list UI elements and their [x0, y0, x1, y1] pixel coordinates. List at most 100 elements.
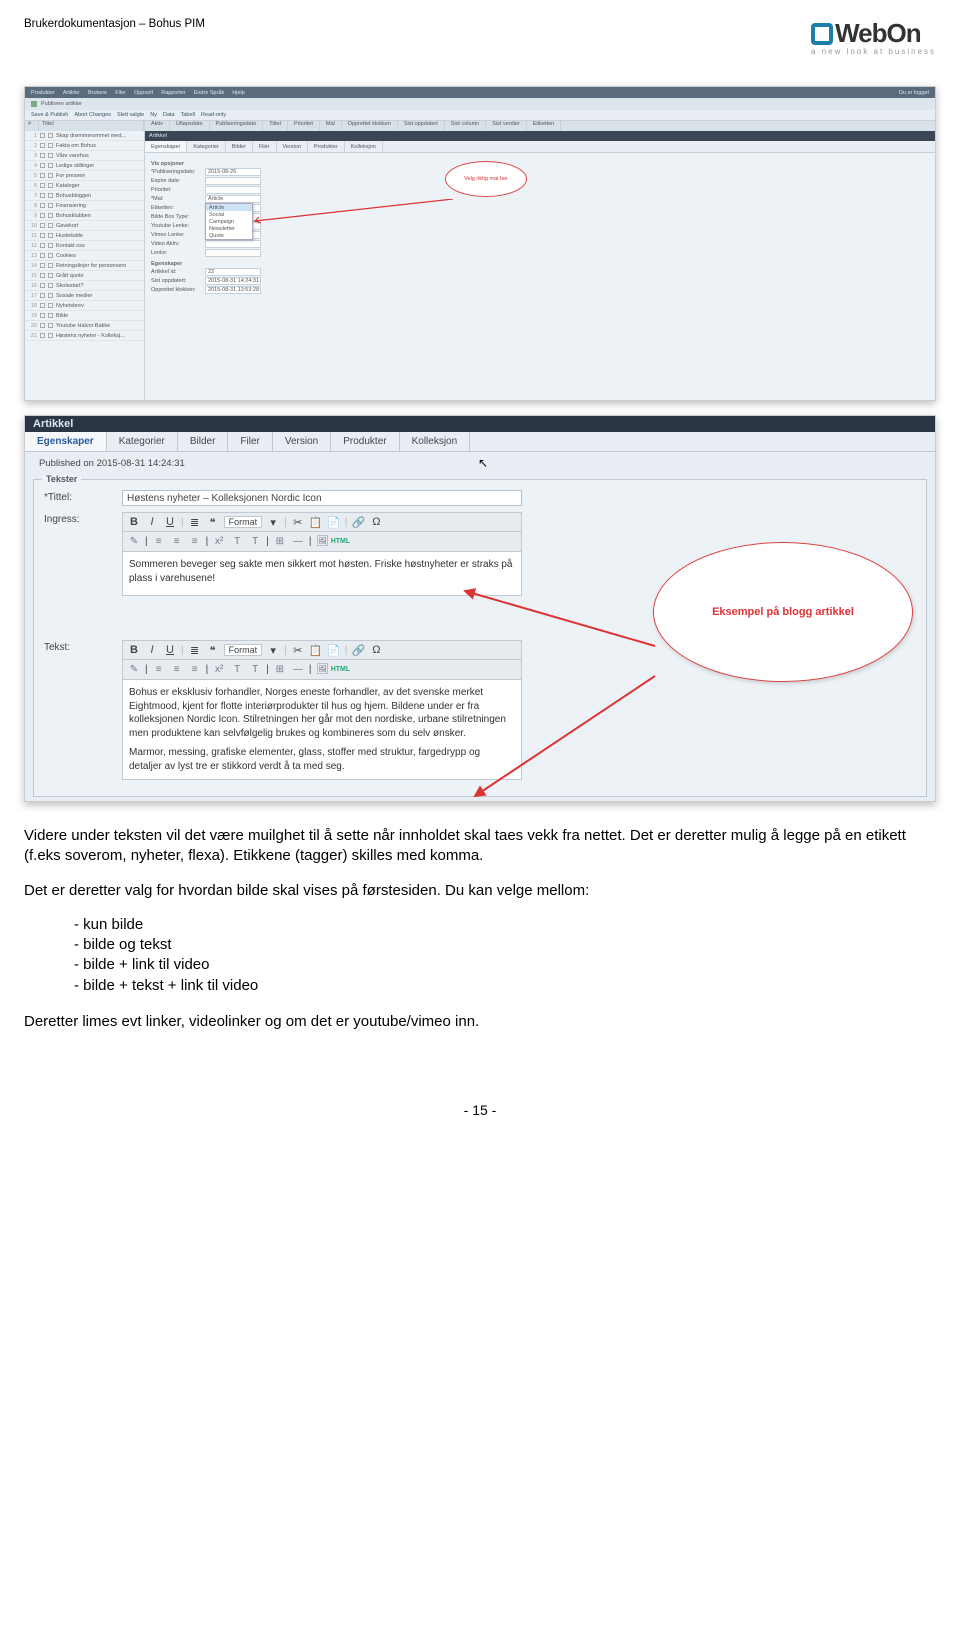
new-button[interactable]: Ny [150, 112, 157, 118]
tab[interactable]: Filer [228, 432, 272, 451]
table-row[interactable]: 3Våre varehus [25, 151, 144, 161]
edit-icon[interactable]: ✎ [127, 535, 141, 549]
tab[interactable]: Egenskaper [145, 141, 187, 152]
omega-icon[interactable]: Ω [369, 643, 383, 657]
html-button[interactable]: HTML [333, 663, 347, 677]
table-row[interactable]: 18Nyhetsbrev [25, 301, 144, 311]
tab[interactable]: Produkter [308, 141, 345, 152]
tab[interactable]: Filer [253, 141, 277, 152]
tab[interactable]: Bilder [226, 141, 253, 152]
format-select[interactable]: Format [224, 516, 263, 528]
ingress-textarea[interactable]: Sommeren beveger seg sakte men sikkert m… [122, 552, 522, 596]
table-row[interactable]: 8Finansiering [25, 201, 144, 211]
html-button[interactable]: HTML [333, 535, 347, 549]
menu-item[interactable]: Brukere [88, 90, 107, 96]
bold-icon[interactable]: B [127, 515, 141, 529]
field-input[interactable] [205, 240, 261, 248]
editor-toolbar-2[interactable]: ✎| ≡≡≡| x²TT| ⊞—| 🖼 HTML [122, 660, 522, 680]
cut-icon[interactable]: ✂ [291, 643, 305, 657]
image-icon[interactable]: 🖼 [315, 663, 329, 677]
field-input[interactable] [205, 177, 261, 185]
table-row[interactable]: 2Fakta om Bohus [25, 141, 144, 151]
table-row[interactable]: 19Bilde [25, 311, 144, 321]
table-row[interactable]: 21Høstens nyheter - Kolleksj... [25, 331, 144, 341]
cut-icon[interactable]: ✂ [291, 515, 305, 529]
paste-icon[interactable]: 📄 [327, 515, 341, 529]
table-row[interactable]: 20Youtube Halvor Bakke [25, 321, 144, 331]
table-row[interactable]: 6Kataloger [25, 181, 144, 191]
quote-icon[interactable]: ❝ [206, 515, 220, 529]
menu-item[interactable]: Produkter [31, 90, 55, 96]
dropdown-option[interactable]: Social [206, 211, 252, 218]
delete-button[interactable]: Slett valgte [117, 112, 144, 118]
list-item: bilde + link til video [74, 955, 936, 975]
format-select[interactable]: Format [224, 644, 263, 656]
field-input[interactable]: 2015-08-26 [205, 168, 261, 176]
image-icon[interactable]: 🖼 [315, 535, 329, 549]
tekst-textarea[interactable]: Bohus er eksklusiv forhandler, Norges en… [122, 680, 522, 780]
tab[interactable]: Bilder [178, 432, 229, 451]
table-row[interactable]: 4Ledige stillinger [25, 161, 144, 171]
tab[interactable]: Kolleksjon [400, 432, 471, 451]
readonly-toggle[interactable]: Read-only [201, 112, 226, 118]
table-row[interactable]: 5For pressen [25, 171, 144, 181]
tab[interactable]: Egenskaper [25, 432, 107, 451]
list-icon[interactable]: ≣ [188, 515, 202, 529]
underline-icon[interactable]: U [163, 643, 177, 657]
menu-item[interactable]: Hjelp [232, 90, 245, 96]
table-row[interactable]: 12Kontakt oss [25, 241, 144, 251]
editor-toolbar[interactable]: B I U | ≣ ❝ Format ▾ | ✂ 📋 📄 | [122, 640, 522, 660]
list-item: bilde og tekst [74, 935, 936, 955]
omega-icon[interactable]: Ω [369, 515, 383, 529]
table-row[interactable]: 15Grått quote [25, 271, 144, 281]
quote-icon[interactable]: ❝ [206, 643, 220, 657]
table-row[interactable]: 7Bohusbloggen [25, 191, 144, 201]
table-row[interactable]: 16Skolestart? [25, 281, 144, 291]
bold-icon[interactable]: B [127, 643, 141, 657]
table-button[interactable]: Tabell [181, 112, 195, 118]
field-input[interactable] [205, 249, 261, 257]
list-icon[interactable]: ≣ [188, 643, 202, 657]
tab[interactable]: Kategorier [187, 141, 225, 152]
table-row[interactable]: 14Retningslinjer for personvern [25, 261, 144, 271]
tab[interactable]: Version [277, 141, 308, 152]
table-row[interactable]: 11Hustekstile [25, 231, 144, 241]
mal-dropdown[interactable]: ArticleSocialCampaignNewsletterQuote [205, 203, 253, 240]
dropdown-option[interactable]: Article [206, 204, 252, 211]
italic-icon[interactable]: I [145, 515, 159, 529]
data-button[interactable]: Data [163, 112, 175, 118]
artikkel-titlebar: Artikkel [25, 416, 935, 432]
italic-icon[interactable]: I [145, 643, 159, 657]
table-row[interactable]: 10Gavekort [25, 221, 144, 231]
dropdown-option[interactable]: Quote [206, 232, 252, 239]
title-input[interactable]: Høstens nyheter – Kolleksjonen Nordic Ic… [122, 490, 522, 506]
paste-icon[interactable]: 📄 [327, 643, 341, 657]
save-publish-button[interactable]: Save & Publish [31, 112, 68, 118]
table-row[interactable]: 1Skap drømmerommet med... [25, 131, 144, 141]
edit-icon[interactable]: ✎ [127, 663, 141, 677]
editor-toolbar[interactable]: B I U | ≣ ❝ Format ▾ | ✂ 📋 📄 | [122, 512, 522, 532]
field-input[interactable] [205, 186, 261, 194]
tab[interactable]: Version [273, 432, 331, 451]
field-label: *Mal: [151, 196, 203, 202]
menu-item[interactable]: Artikler [63, 90, 80, 96]
link-icon[interactable]: 🔗 [351, 643, 365, 657]
menu-item[interactable]: Endre Språk [194, 90, 225, 96]
menu-item[interactable]: Oppsett [134, 90, 153, 96]
dropdown-option[interactable]: Campaign [206, 218, 252, 225]
tab[interactable]: Kolleksjon [345, 141, 383, 152]
menu-item[interactable]: Rapporter [161, 90, 185, 96]
menu-item[interactable]: Filer [115, 90, 126, 96]
table-row[interactable]: 17Sosiale medier [25, 291, 144, 301]
editor-toolbar-2[interactable]: ✎| ≡≡≡| x²TT| ⊞—| 🖼 HTML [122, 532, 522, 552]
underline-icon[interactable]: U [163, 515, 177, 529]
copy-icon[interactable]: 📋 [309, 515, 323, 529]
tab[interactable]: Produkter [331, 432, 399, 451]
dropdown-option[interactable]: Newsletter [206, 225, 252, 232]
link-icon[interactable]: 🔗 [351, 515, 365, 529]
table-row[interactable]: 13Cookies [25, 251, 144, 261]
tab[interactable]: Kategorier [107, 432, 178, 451]
abort-button[interactable]: Abort Changes [74, 112, 111, 118]
table-row[interactable]: 9Bohusklubben [25, 211, 144, 221]
copy-icon[interactable]: 📋 [309, 643, 323, 657]
